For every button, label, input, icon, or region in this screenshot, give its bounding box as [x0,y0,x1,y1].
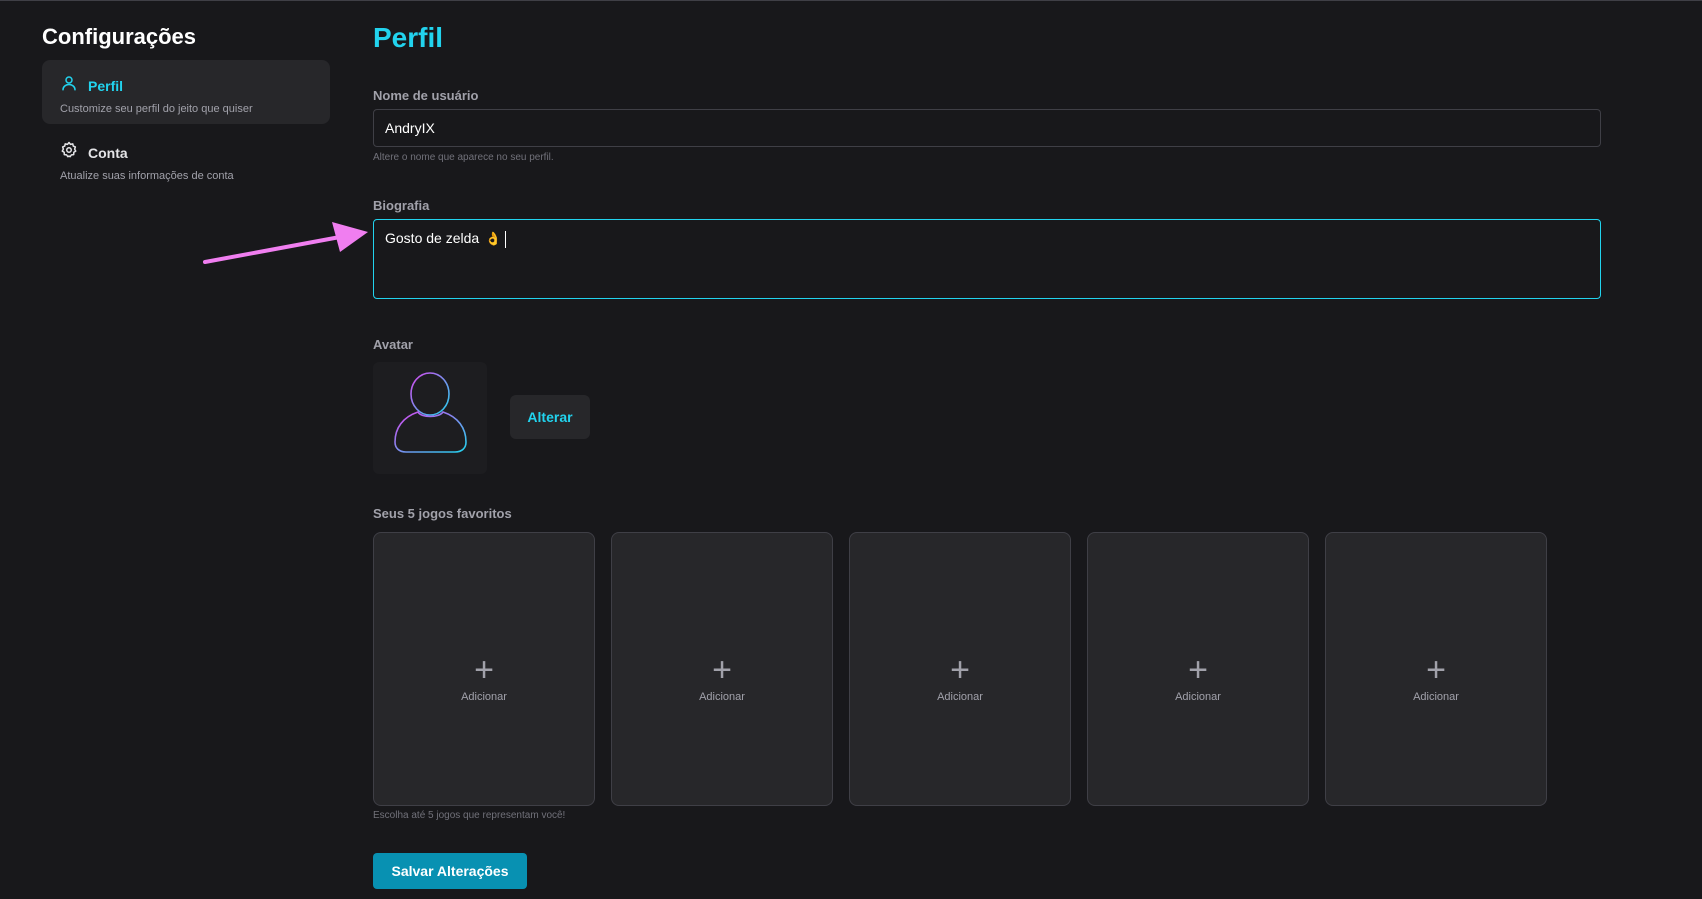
sidebar-title: Configurações [42,24,197,49]
add-game-label: Adicionar [1175,691,1221,703]
plus-icon: + [474,651,494,689]
username-input[interactable]: AndryIX [373,109,1601,147]
sidebar-item-description: Atualize suas informações de conta [60,170,234,182]
bio-text: Gosto de zelda [385,230,480,246]
sidebar-item-description: Customize seu perfil do jeito que quiser [60,103,253,115]
profile-main: Perfil Nome de usuário AndryIX Altere o … [373,22,1601,889]
add-game-slot[interactable]: + Adicionar [1087,532,1309,806]
add-game-slot[interactable]: + Adicionar [849,532,1071,806]
add-game-label: Adicionar [937,691,983,703]
sidebar-item-label: Conta [88,144,128,161]
gear-icon [60,141,78,164]
add-game-label: Adicionar [1413,691,1459,703]
plus-icon: + [712,651,732,689]
top-divider [0,0,1702,1]
add-game-slot[interactable]: + Adicionar [1325,532,1547,806]
avatar [373,362,487,474]
ok-hand-emoji: 👌 [485,231,502,246]
page-title: Perfil [373,22,444,53]
settings-sidebar: Configurações Perfil Customize seu perfi… [42,24,330,194]
annotation-arrow-icon [203,222,368,264]
bio-label: Biografia [373,198,430,213]
sidebar-item-conta[interactable]: Conta Atualize suas informações de conta [42,127,330,191]
save-changes-button[interactable]: Salvar Alterações [373,853,527,889]
sidebar-item-label: Perfil [88,77,124,94]
username-label: Nome de usuário [373,88,479,103]
plus-icon: + [1188,651,1208,689]
sidebar-item-perfil[interactable]: Perfil Customize seu perfil do jeito que… [42,60,330,124]
avatar-label: Avatar [373,337,413,352]
avatar-placeholder-icon [394,372,467,453]
username-hint: Altere o nome que aparece no seu perfil. [373,152,554,163]
bio-textarea[interactable]: Gosto de zelda 👌 [373,219,1601,299]
add-game-label: Adicionar [699,691,745,703]
favorite-games-hint: Escolha até 5 jogos que representam você… [373,810,566,821]
add-game-slot[interactable]: + Adicionar [611,532,833,806]
user-icon [60,74,78,97]
plus-icon: + [950,651,970,689]
add-game-label: Adicionar [461,691,507,703]
add-game-slot[interactable]: + Adicionar [373,532,595,806]
text-caret [505,230,507,248]
favorite-games-grid: + Adicionar + Adicionar + Adicionar + Ad… [373,532,1547,806]
change-avatar-button[interactable]: Alterar [510,395,590,439]
favorite-games-label: Seus 5 jogos favoritos [373,506,512,521]
plus-icon: + [1426,651,1446,689]
